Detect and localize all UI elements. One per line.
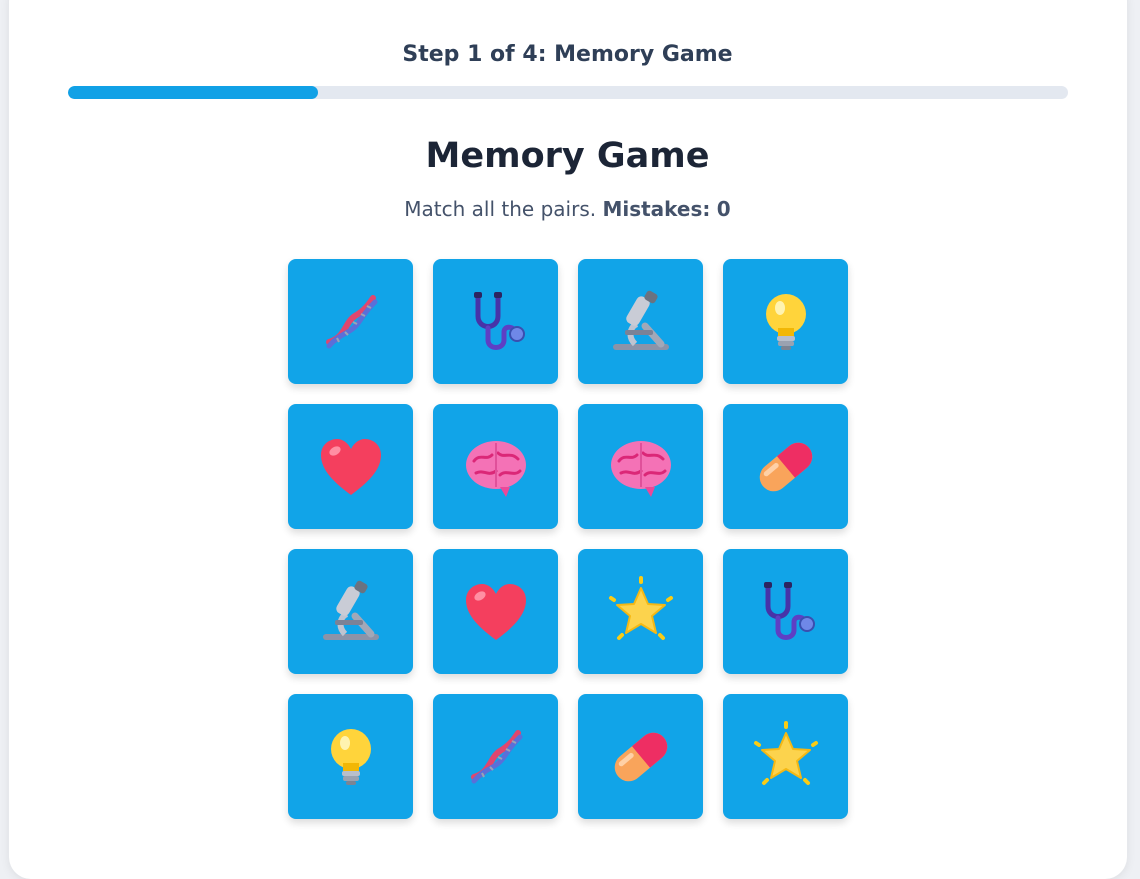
memory-card[interactable]	[578, 404, 703, 529]
memory-card[interactable]	[723, 404, 848, 529]
pill-icon	[605, 721, 677, 793]
mistakes-count: 0	[716, 197, 731, 221]
memory-grid	[288, 259, 848, 819]
microscope-icon	[315, 576, 387, 648]
instruction-text: Match all the pairs. Mistakes: 0	[0, 197, 1135, 221]
memory-card[interactable]	[433, 404, 558, 529]
memory-card[interactable]	[433, 694, 558, 819]
memory-card[interactable]	[723, 259, 848, 384]
memory-card[interactable]	[433, 549, 558, 674]
brain-icon	[460, 431, 532, 503]
heart-icon	[460, 576, 532, 648]
brain-icon	[605, 431, 677, 503]
stethoscope-icon	[750, 576, 822, 648]
dna-icon	[460, 721, 532, 793]
memory-card[interactable]	[288, 259, 413, 384]
memory-card[interactable]	[578, 694, 703, 819]
step-label: Step 1 of 4: Memory Game	[402, 42, 733, 67]
dna-icon	[315, 286, 387, 358]
lightbulb-icon	[750, 286, 822, 358]
mistakes-label: Mistakes:	[602, 197, 711, 221]
instruction-label: Match all the pairs.	[404, 197, 597, 221]
progress-bar	[68, 86, 1068, 99]
progress-fill	[68, 86, 318, 99]
heart-icon	[315, 431, 387, 503]
memory-card[interactable]	[433, 259, 558, 384]
memory-card[interactable]	[288, 404, 413, 529]
pill-icon	[750, 431, 822, 503]
page-title: Memory Game	[425, 136, 710, 176]
memory-card[interactable]	[288, 694, 413, 819]
memory-card[interactable]	[578, 259, 703, 384]
star-icon	[750, 720, 822, 793]
memory-card[interactable]	[288, 549, 413, 674]
memory-card[interactable]	[723, 694, 848, 819]
microscope-icon	[605, 286, 677, 358]
memory-card[interactable]	[578, 549, 703, 674]
stethoscope-icon	[460, 286, 532, 358]
memory-card[interactable]	[723, 549, 848, 674]
star-icon	[605, 575, 677, 648]
lightbulb-icon	[315, 721, 387, 793]
